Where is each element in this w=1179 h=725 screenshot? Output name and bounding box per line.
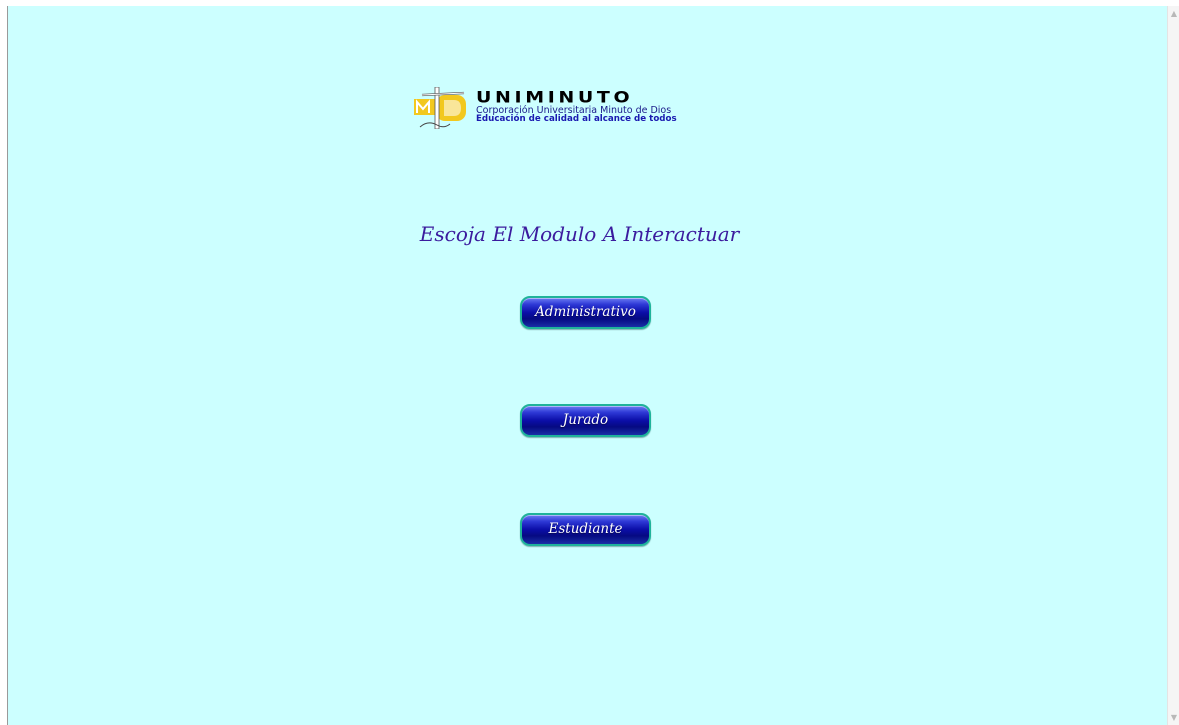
logo-tagline-slogan: Educación de calidad al alcance de todos <box>476 114 677 124</box>
jurado-button[interactable]: Jurado <box>520 404 651 437</box>
page-title: Escoja El Modulo A Interactuar <box>419 222 740 246</box>
scroll-down-arrow-icon[interactable]: ▼ <box>1169 712 1179 723</box>
uniminuto-logo: UNIMINUTO Corporación Universitaria Minu… <box>414 87 746 129</box>
estudiante-button[interactable]: Estudiante <box>520 513 651 546</box>
logo-wordmark: UNIMINUTO <box>476 88 634 107</box>
browser-window: UNIMINUTO Corporación Universitaria Minu… <box>0 0 1179 725</box>
vertical-scrollbar[interactable]: ▲ ▼ <box>1167 6 1179 725</box>
page-content: UNIMINUTO Corporación Universitaria Minu… <box>8 6 1167 725</box>
administrativo-button[interactable]: Administrativo <box>520 296 651 329</box>
scroll-up-arrow-icon[interactable]: ▲ <box>1169 8 1179 19</box>
md-cross-logo-icon <box>414 87 466 129</box>
